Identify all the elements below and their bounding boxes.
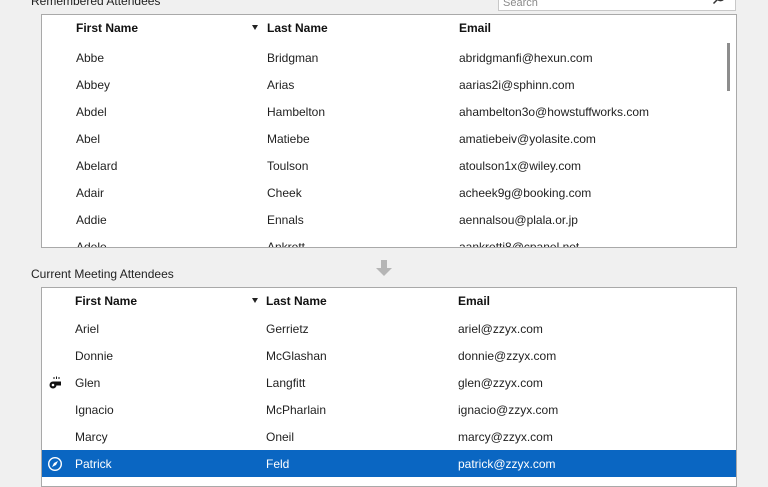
table-row[interactable]: Donnie McGlashan donnie@zzyx.com [42,342,736,369]
first-name-cell: Abdel [76,105,107,119]
email-cell: aankretti8@cpanel.net [459,240,580,248]
email-cell: patrick@zzyx.com [458,457,556,471]
table-row[interactable]: Marcy Oneil marcy@zzyx.com [42,423,736,450]
column-header-email[interactable]: Email [458,294,490,308]
email-cell: ariel@zzyx.com [458,322,543,336]
table-row[interactable]: Abbey Arias aarias2i@sphinn.com [42,71,736,98]
grid-header: First Name Last Name Email [42,15,736,41]
arrow-down-icon [376,260,392,276]
first-name-cell: Ignacio [75,403,114,417]
first-name-cell: Marcy [75,430,108,444]
email-cell: ignacio@zzyx.com [458,403,559,417]
first-name-cell: Addie [76,213,107,227]
first-name-cell: Ariel [75,322,100,336]
current-attendees-grid[interactable]: First Name Last Name Email Ariel Gerrietz… [41,287,737,487]
last-name-cell: Feld [266,457,290,471]
search-icon[interactable] [711,0,727,6]
table-row[interactable]: Glen Langfitt glen@zzyx.com [42,369,736,396]
first-name-cell: Donnie [75,349,114,363]
column-header-last-name[interactable]: Last Name [267,21,328,35]
scrollbar-thumb[interactable] [727,43,730,91]
last-name-cell: Ankrett [267,240,306,248]
last-name-cell: McGlashan [266,349,327,363]
first-name-cell: Abel [76,132,101,146]
email-cell: marcy@zzyx.com [458,430,553,444]
last-name-cell: Langfitt [266,376,306,390]
remembered-attendees-label: Remembered Attendees [31,0,161,8]
last-name-cell: McPharlain [266,403,327,417]
email-cell: atoulson1x@wiley.com [459,159,582,173]
email-cell: ahambelton3o@howstuffworks.com [459,105,650,119]
table-row[interactable]: Addie Ennals aennalsou@plala.or.jp [42,206,736,233]
email-cell: abridgmanfi@hexun.com [459,51,593,65]
column-header-email[interactable]: Email [459,21,491,35]
last-name-cell: Toulson [267,159,309,173]
column-header-last-name[interactable]: Last Name [266,294,327,308]
last-name-cell: Gerrietz [266,322,309,336]
sort-descending-icon[interactable] [252,298,258,303]
table-row[interactable]: Abelard Toulson atoulson1x@wiley.com [42,152,736,179]
email-cell: amatiebeiv@yolasite.com [459,132,596,146]
table-row[interactable]: Patrick Feld patrick@zzyx.com [42,450,736,477]
first-name-cell: Glen [75,376,101,390]
first-name-cell: Abelard [76,159,118,173]
table-row[interactable]: Abel Matiebe amatiebeiv@yolasite.com [42,125,736,152]
email-cell: donnie@zzyx.com [458,349,557,363]
last-name-cell: Arias [267,78,295,92]
whistle-icon [49,376,61,389]
search-input[interactable] [503,0,703,10]
remembered-attendees-grid[interactable]: First Name Last Name Email Abbe Bridgman a… [41,14,737,248]
table-row[interactable]: Abdel Hambelton ahambelton3o@howstuffworks… [42,98,736,125]
last-name-cell: Matiebe [267,132,310,146]
first-name-cell: Abbe [76,51,105,65]
table-row[interactable]: Adair Cheek acheek9g@booking.com [42,179,736,206]
first-name-cell: Patrick [75,457,112,471]
last-name-cell: Hambelton [267,105,326,119]
table-row[interactable]: Ariel Gerrietz ariel@zzyx.com [42,315,736,342]
move-to-current-button[interactable] [370,254,398,282]
column-header-first-name[interactable]: First Name [76,21,138,35]
vertical-scrollbar[interactable] [722,41,736,247]
first-name-cell: Adele [76,240,107,248]
first-name-cell: Abbey [76,78,111,92]
last-name-cell: Ennals [267,213,304,227]
sort-descending-icon[interactable] [252,25,258,30]
email-cell: acheek9g@booking.com [459,186,592,200]
last-name-cell: Cheek [267,186,302,200]
email-cell: aarias2i@sphinn.com [459,78,575,92]
table-row[interactable]: Ignacio McPharlain ignacio@zzyx.com [42,396,736,423]
email-cell: aennalsou@plala.or.jp [459,213,578,227]
current-meeting-attendees-label: Current Meeting Attendees [31,267,174,281]
table-row[interactable]: Abbe Bridgman abridgmanfi@hexun.com [42,44,736,71]
column-header-first-name[interactable]: First Name [75,294,137,308]
table-row[interactable]: Adele Ankrett aankretti8@cpanel.net [42,233,736,248]
search-box[interactable] [498,0,736,11]
email-cell: glen@zzyx.com [458,376,543,390]
last-name-cell: Oneil [266,430,295,444]
first-name-cell: Adair [76,186,105,200]
compass-icon [47,456,63,472]
last-name-cell: Bridgman [267,51,319,65]
grid-header: First Name Last Name Email [42,288,736,314]
